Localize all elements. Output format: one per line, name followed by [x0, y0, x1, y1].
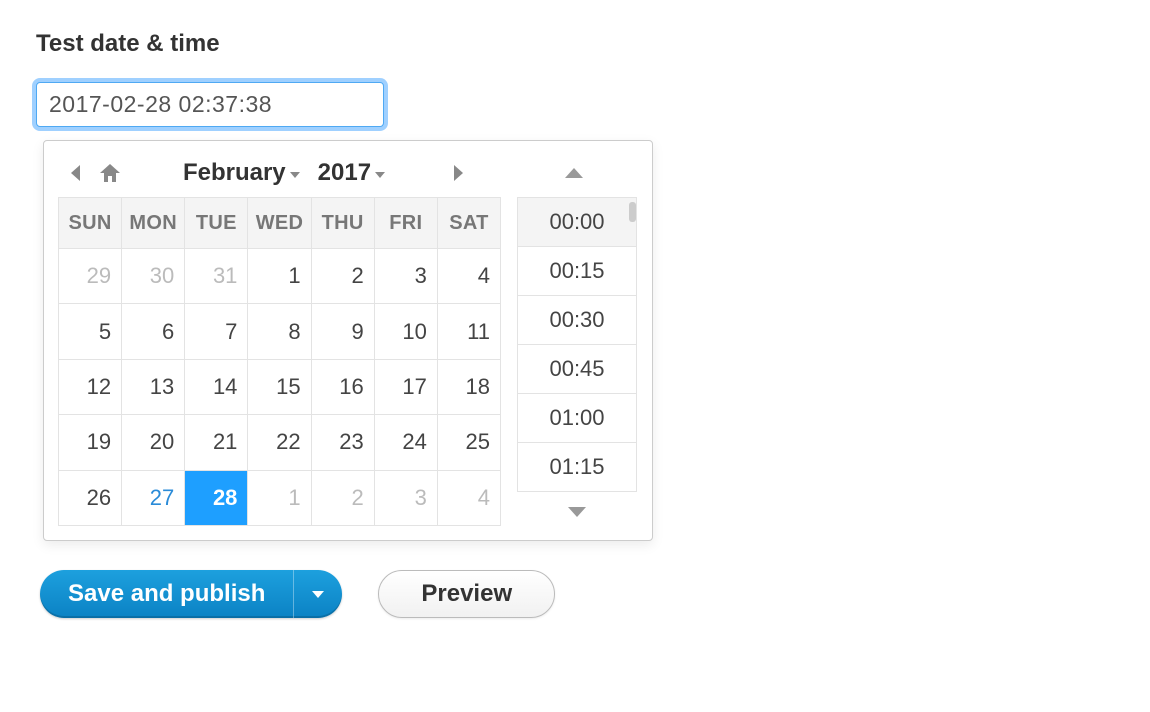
dow-header: FRI [374, 198, 437, 249]
calendar-day[interactable]: 1 [248, 470, 311, 525]
calendar-day[interactable]: 11 [437, 304, 500, 359]
time-option[interactable]: 00:30 [518, 296, 636, 345]
preview-button[interactable]: Preview [378, 570, 555, 618]
triangle-down-icon [568, 507, 586, 517]
calendar-day[interactable]: 17 [374, 359, 437, 414]
year-label: 2017 [318, 159, 371, 187]
calendar-day[interactable]: 3 [374, 249, 437, 304]
calendar-day[interactable]: 24 [374, 415, 437, 470]
time-list: 00:0000:1500:3000:4501:0001:15 [517, 197, 637, 492]
calendar-day[interactable]: 21 [185, 415, 248, 470]
chevron-down-icon [290, 172, 300, 178]
datetime-input[interactable] [36, 82, 384, 127]
calendar-day[interactable]: 26 [59, 470, 122, 525]
calendar-day[interactable]: 7 [185, 304, 248, 359]
time-scroll-up[interactable] [514, 159, 634, 187]
chevron-down-icon [312, 591, 324, 598]
time-scroll-down[interactable] [517, 498, 637, 526]
next-month-button[interactable] [444, 159, 472, 187]
year-select[interactable]: 2017 [318, 159, 385, 187]
dow-header: SUN [59, 198, 122, 249]
time-option[interactable]: 00:00 [518, 198, 636, 247]
calendar-day[interactable]: 10 [374, 304, 437, 359]
calendar-day[interactable]: 3 [374, 470, 437, 525]
time-option[interactable]: 01:00 [518, 394, 636, 443]
field-label: Test date & time [36, 30, 1114, 58]
dow-header: THU [311, 198, 374, 249]
month-select[interactable]: February [183, 159, 300, 187]
calendar-day[interactable]: 8 [248, 304, 311, 359]
calendar-day[interactable]: 31 [185, 249, 248, 304]
calendar-day[interactable]: 30 [122, 249, 185, 304]
dow-header: WED [248, 198, 311, 249]
prev-month-button[interactable] [62, 159, 90, 187]
save-and-publish-dropdown[interactable] [293, 570, 342, 618]
calendar-day[interactable]: 14 [185, 359, 248, 414]
month-label: February [183, 159, 286, 187]
today-button[interactable] [96, 159, 124, 187]
calendar-day[interactable]: 4 [437, 470, 500, 525]
time-option[interactable]: 00:15 [518, 247, 636, 296]
chevron-down-icon [375, 172, 385, 178]
calendar-day[interactable]: 1 [248, 249, 311, 304]
time-option[interactable]: 01:15 [518, 443, 636, 491]
calendar-day[interactable]: 15 [248, 359, 311, 414]
calendar-day[interactable]: 5 [59, 304, 122, 359]
calendar-day[interactable]: 9 [311, 304, 374, 359]
save-and-publish-label: Save and publish [40, 570, 293, 618]
calendar-day[interactable]: 4 [437, 249, 500, 304]
datepicker-popup: February 2017 SUNMONTUEWEDTHUFRISAT 2930… [43, 140, 653, 541]
calendar-day[interactable]: 27 [122, 470, 185, 525]
triangle-right-icon [451, 164, 465, 182]
calendar-day[interactable]: 2 [311, 249, 374, 304]
dow-header: MON [122, 198, 185, 249]
home-icon [98, 162, 122, 184]
save-and-publish-button[interactable]: Save and publish [40, 570, 342, 618]
calendar-day[interactable]: 19 [59, 415, 122, 470]
dow-header: SAT [437, 198, 500, 249]
dow-header: TUE [185, 198, 248, 249]
calendar-day[interactable]: 28 [185, 470, 248, 525]
calendar-day[interactable]: 29 [59, 249, 122, 304]
calendar-day[interactable]: 6 [122, 304, 185, 359]
calendar-day[interactable]: 25 [437, 415, 500, 470]
time-option[interactable]: 00:45 [518, 345, 636, 394]
calendar-day[interactable]: 12 [59, 359, 122, 414]
calendar-day[interactable]: 22 [248, 415, 311, 470]
calendar-grid: SUNMONTUEWEDTHUFRISAT 293031123456789101… [58, 197, 501, 526]
calendar-day[interactable]: 16 [311, 359, 374, 414]
calendar-day[interactable]: 13 [122, 359, 185, 414]
triangle-up-icon [565, 168, 583, 178]
calendar-day[interactable]: 18 [437, 359, 500, 414]
calendar-day[interactable]: 2 [311, 470, 374, 525]
calendar-day[interactable]: 20 [122, 415, 185, 470]
triangle-left-icon [69, 164, 83, 182]
calendar-day[interactable]: 23 [311, 415, 374, 470]
